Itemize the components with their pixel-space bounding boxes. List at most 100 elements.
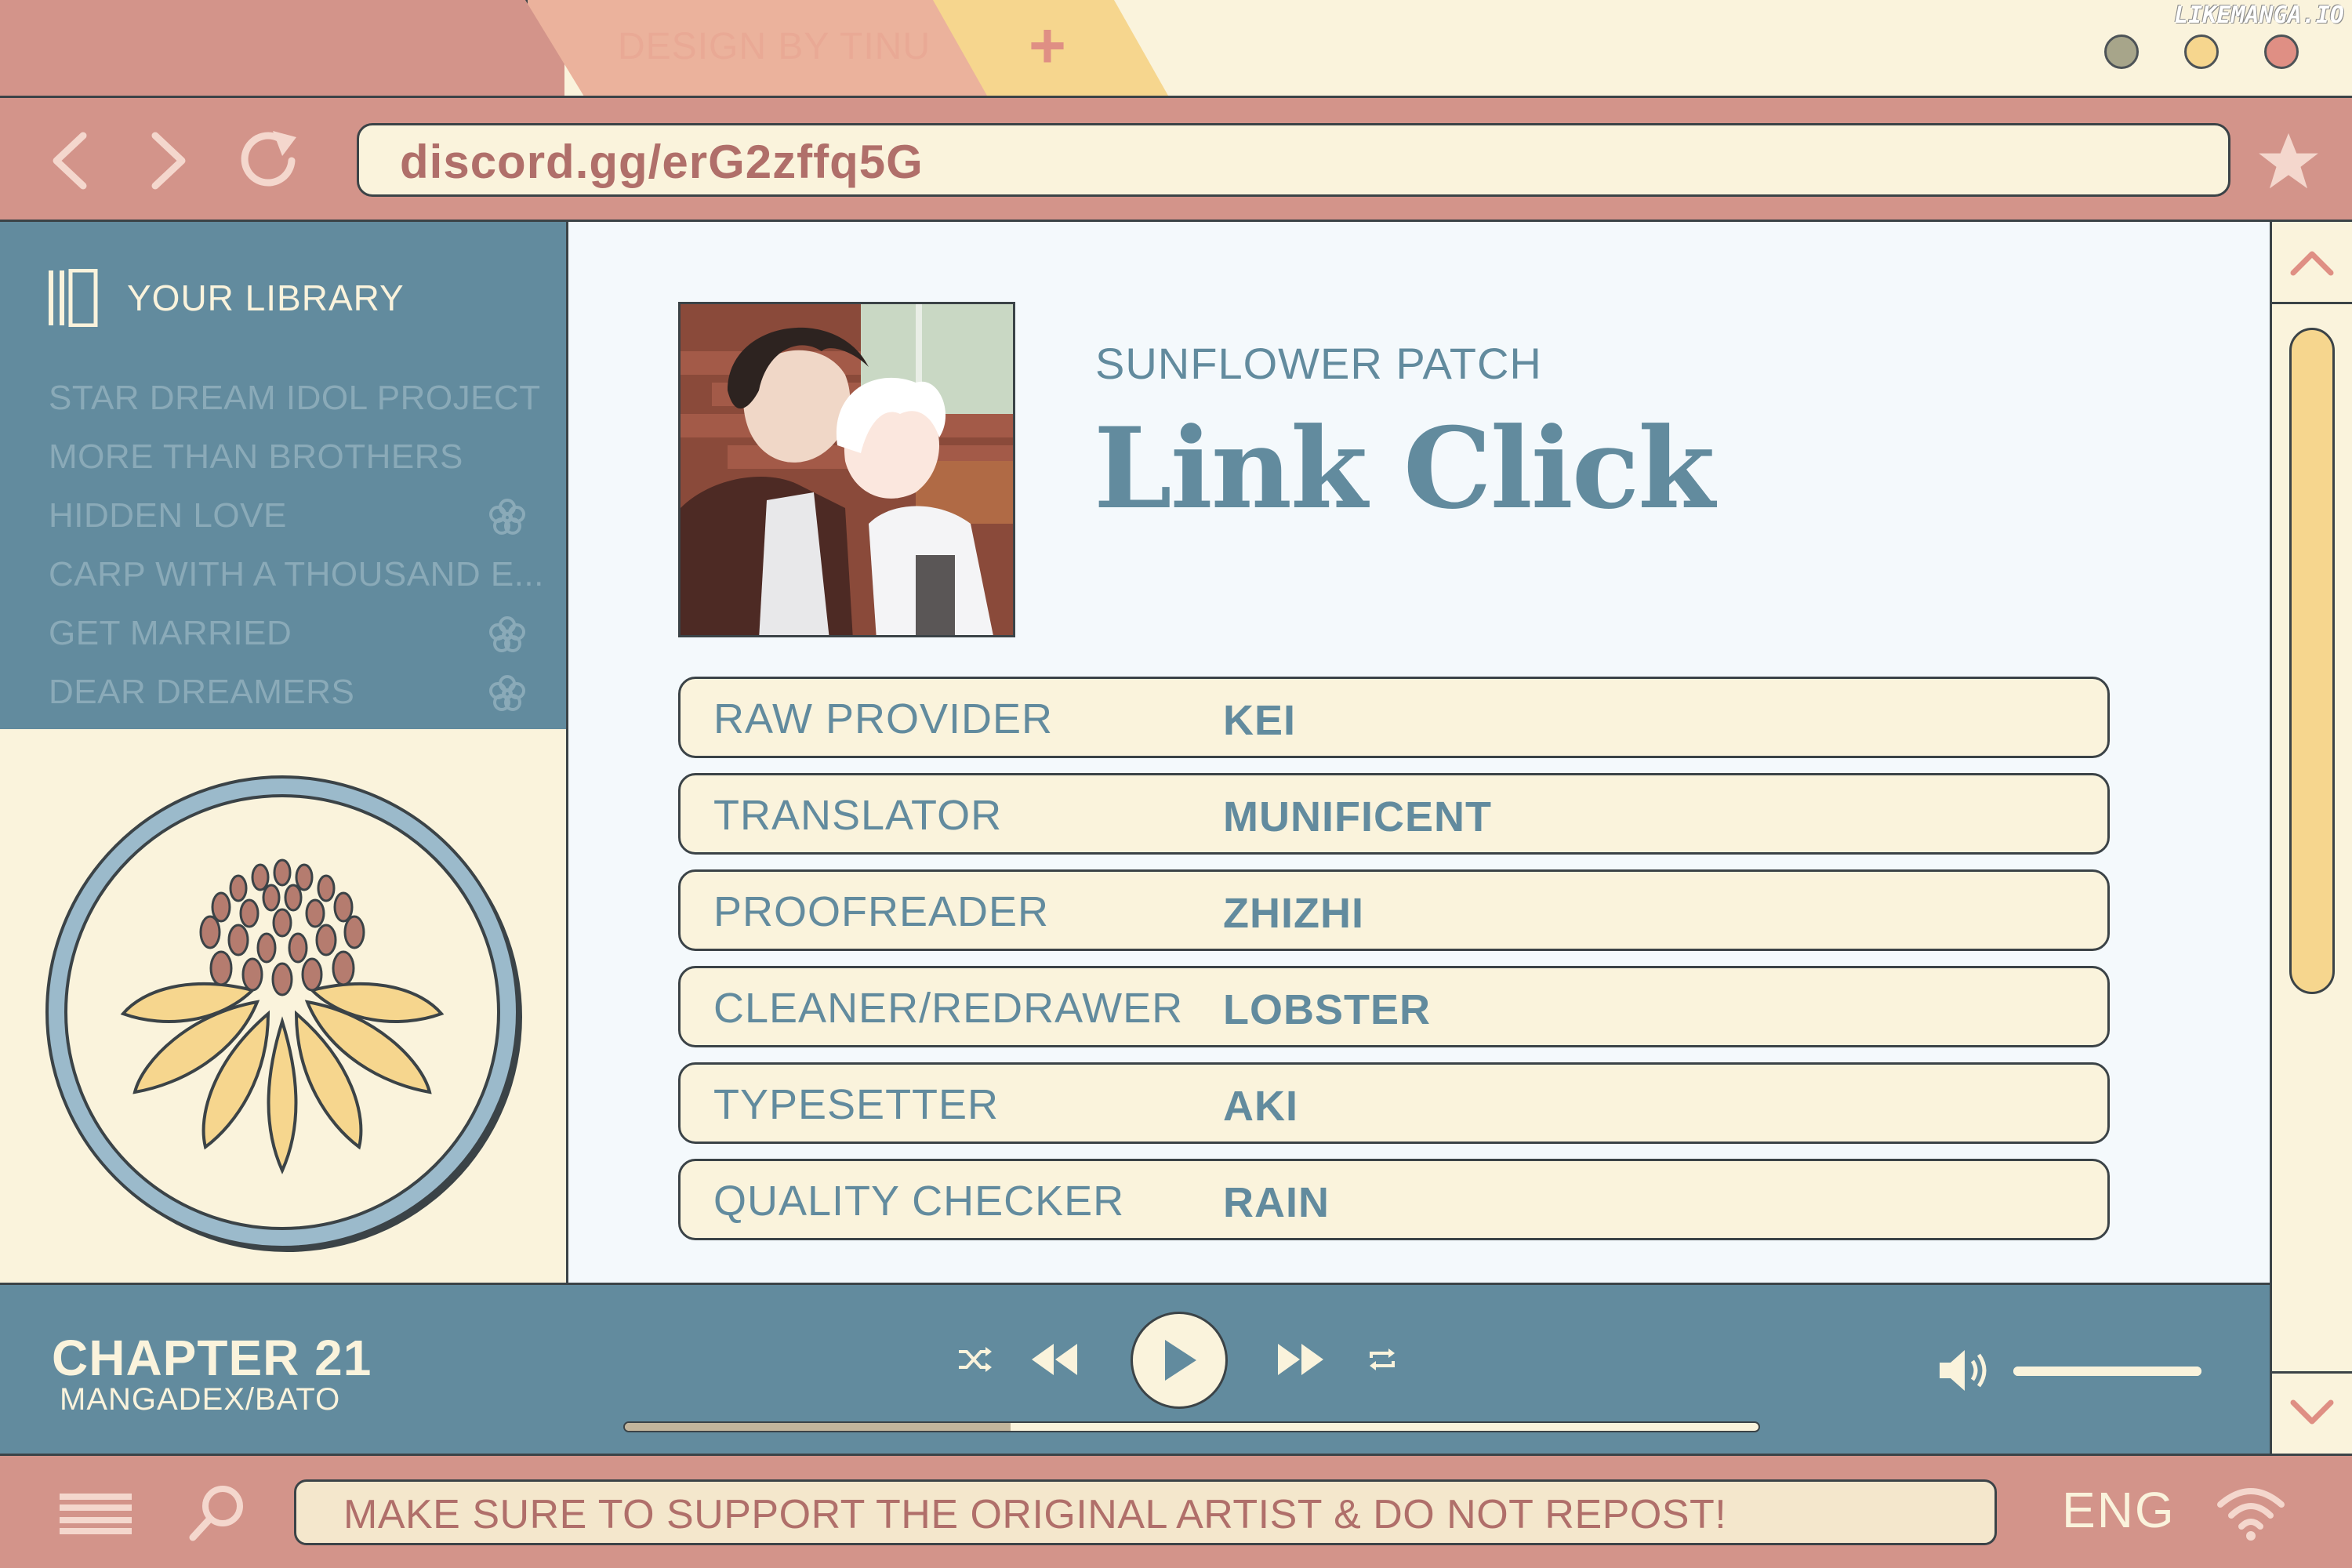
main-content: SUNFLOWER PATCH Link Click RAW PROVIDER … xyxy=(568,220,2270,1283)
chevron-right-icon xyxy=(151,132,186,190)
back-button[interactable] xyxy=(38,129,100,192)
chapter-source: MANGADEX/BATO xyxy=(60,1382,341,1417)
flower-icon xyxy=(489,499,525,535)
fast-forward-icon xyxy=(1278,1344,1323,1375)
credit-name: LOBSTER xyxy=(1223,986,1432,1033)
scroll-down-button[interactable] xyxy=(2272,1371,2352,1454)
shuffle-icon xyxy=(959,1347,992,1372)
library-item[interactable]: GET MARRIED xyxy=(49,614,527,673)
chapter-progress-bar[interactable] xyxy=(623,1421,1760,1432)
player-bar: CHAPTER 21 MANGADEX/BATO xyxy=(0,1283,2270,1454)
credit-role: CLEANER/REDRAWER xyxy=(713,985,1184,1032)
credit-role: QUALITY CHECKER xyxy=(713,1178,1125,1225)
library-item-label: GET MARRIED xyxy=(49,614,292,652)
library-item-label: CARP WITH A THOUSAND E... xyxy=(49,555,544,593)
play-icon xyxy=(1165,1340,1196,1381)
credits-list: RAW PROVIDER KEI TRANSLATOR MUNIFICENT P… xyxy=(678,677,2110,1255)
library-item[interactable]: HIDDEN LOVE xyxy=(49,496,527,555)
reload-button[interactable] xyxy=(234,125,304,195)
bookmark-button[interactable] xyxy=(2255,128,2322,195)
credit-row: TYPESETTER AKI xyxy=(678,1062,2110,1144)
credit-role: PROOFREADER xyxy=(713,888,1050,935)
credit-name: KEI xyxy=(1223,697,1297,744)
volume-button[interactable] xyxy=(1936,1343,1996,1398)
shuffle-button[interactable] xyxy=(955,1340,994,1379)
library-item[interactable]: DEAR DREAMERS xyxy=(49,673,527,731)
forward-button[interactable] xyxy=(138,129,201,192)
wifi-icon xyxy=(2217,1488,2285,1541)
library-item-label: STAR DREAM IDOL PROJECT xyxy=(49,379,541,417)
chapter-title: CHAPTER 21 xyxy=(52,1330,372,1386)
wifi-button[interactable] xyxy=(2216,1479,2286,1545)
chevron-up-icon xyxy=(2290,251,2334,276)
status-bar: MAKE SURE TO SUPPORT THE ORIGINAL ARTIST… xyxy=(0,1454,2352,1568)
scroll-up-button[interactable] xyxy=(2272,222,2352,304)
credit-row: RAW PROVIDER KEI xyxy=(678,677,2110,758)
library-panel: YOUR LIBRARY STAR DREAM IDOL PROJECT MOR… xyxy=(0,222,566,729)
close-dot[interactable] xyxy=(2264,34,2299,69)
library-item-label: MORE THAN BROTHERS xyxy=(49,437,463,476)
active-tab-area xyxy=(0,0,564,96)
chevron-left-icon xyxy=(53,132,87,190)
credit-row: QUALITY CHECKER RAIN xyxy=(678,1159,2110,1240)
url-input[interactable]: discord.gg/erG2zffq5G xyxy=(357,123,2230,197)
title-bar: DESIGN BY TINU + LIKEMANGA.IO xyxy=(0,0,2352,96)
sidebar: YOUR LIBRARY STAR DREAM IDOL PROJECT MOR… xyxy=(0,220,568,1283)
fast-forward-button[interactable] xyxy=(1273,1334,1328,1385)
library-item[interactable]: CARP WITH A THOUSAND E... xyxy=(49,555,543,614)
search-button[interactable] xyxy=(185,1479,251,1545)
repeat-icon xyxy=(1370,1348,1395,1370)
credit-name: ZHIZHI xyxy=(1223,890,1364,937)
volume-fill xyxy=(2013,1367,2201,1376)
library-item-label: DEAR DREAMERS xyxy=(49,673,355,711)
credit-row: TRANSLATOR MUNIFICENT xyxy=(678,773,2110,855)
cover-image xyxy=(678,302,1015,637)
credit-role: TYPESETTER xyxy=(713,1081,1000,1128)
library-list: STAR DREAM IDOL PROJECT MORE THAN BROTHE… xyxy=(49,379,543,731)
watermark: LIKEMANGA.IO xyxy=(2174,2,2344,29)
flower-icon xyxy=(489,675,525,711)
minimize-dot[interactable] xyxy=(2104,34,2139,69)
library-item[interactable]: MORE THAN BROTHERS xyxy=(49,437,527,496)
credit-role: TRANSLATOR xyxy=(713,792,1003,839)
rewind-button[interactable] xyxy=(1027,1334,1082,1385)
url-text: discord.gg/erG2zffq5G xyxy=(400,136,924,188)
credit-name: MUNIFICENT xyxy=(1223,793,1492,840)
flower-icon xyxy=(489,616,525,652)
star-icon xyxy=(2259,132,2318,189)
window-controls xyxy=(2104,34,2299,69)
series-title: Link Click xyxy=(1094,404,1715,534)
plus-icon: + xyxy=(1029,10,1066,82)
group-name: SUNFLOWER PATCH xyxy=(1095,339,1542,388)
scrollbar[interactable] xyxy=(2270,220,2352,1454)
search-icon xyxy=(189,1486,243,1541)
library-title: YOUR LIBRARY xyxy=(127,278,405,318)
library-header: YOUR LIBRARY xyxy=(47,269,405,327)
credit-name: AKI xyxy=(1223,1083,1298,1130)
sunflower-logo xyxy=(45,775,522,1252)
volume-slider[interactable] xyxy=(2013,1367,2201,1376)
menu-icon xyxy=(60,1494,132,1534)
library-icon xyxy=(49,269,98,327)
library-item[interactable]: STAR DREAM IDOL PROJECT xyxy=(49,379,540,437)
scroll-thumb[interactable] xyxy=(2289,328,2335,994)
tab-design-label: DESIGN BY TINU xyxy=(618,26,931,67)
notice-text: MAKE SURE TO SUPPORT THE ORIGINAL ARTIST… xyxy=(343,1492,1727,1537)
cover-illustration xyxy=(681,304,1013,635)
progress-fill xyxy=(625,1423,1011,1431)
library-item-label: HIDDEN LOVE xyxy=(49,496,287,535)
credit-row: PROOFREADER ZHIZHI xyxy=(678,869,2110,951)
credit-role: RAW PROVIDER xyxy=(713,695,1054,742)
menu-button[interactable] xyxy=(58,1484,133,1544)
play-button[interactable] xyxy=(1131,1312,1228,1409)
speaker-icon xyxy=(1940,1350,1987,1391)
navigation-bar: discord.gg/erG2zffq5G xyxy=(0,96,2352,220)
chevron-down-icon xyxy=(2290,1399,2334,1425)
tab-design[interactable]: DESIGN BY TINU xyxy=(525,0,1011,96)
credit-name: RAIN xyxy=(1223,1179,1330,1226)
repeat-button[interactable] xyxy=(1363,1340,1402,1379)
maximize-dot[interactable] xyxy=(2184,34,2219,69)
rewind-icon xyxy=(1032,1344,1077,1375)
credit-row: CLEANER/REDRAWER LOBSTER xyxy=(678,966,2110,1047)
language-indicator[interactable]: ENG xyxy=(2062,1481,2176,1539)
